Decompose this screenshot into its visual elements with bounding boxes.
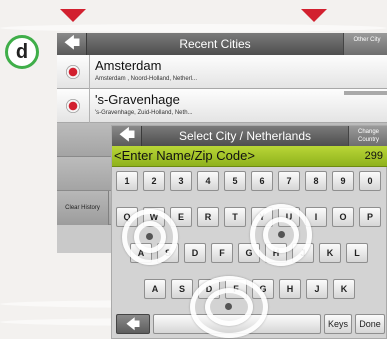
- radio-selected-icon: [66, 65, 80, 79]
- back-button[interactable]: 🡄: [57, 33, 87, 55]
- key-p[interactable]: P: [359, 207, 381, 227]
- done-button[interactable]: Done: [355, 314, 385, 334]
- figure-label: d: [5, 35, 39, 69]
- city-name: 's-Gravenhage: [95, 92, 180, 107]
- background-wave: [0, 24, 387, 32]
- key-2[interactable]: 2: [143, 171, 165, 191]
- key-f[interactable]: F: [211, 243, 233, 263]
- key-4[interactable]: 4: [197, 171, 219, 191]
- key-j[interactable]: J: [306, 279, 328, 299]
- key-l[interactable]: L: [346, 243, 368, 263]
- list-item-gravenhage[interactable]: 's-Gravenhage 's-Gravenhage, Zuid-Hollan…: [57, 89, 387, 123]
- keys-button[interactable]: Keys: [324, 314, 352, 334]
- marker-icon: [60, 9, 86, 22]
- select-city-panel: 🡄 Select City / Netherlands Change Count…: [111, 125, 387, 339]
- backspace-arrow-icon: 🡄: [125, 316, 141, 332]
- row-separator: [89, 89, 90, 123]
- row-separator: [89, 55, 90, 89]
- key-9[interactable]: 9: [332, 171, 354, 191]
- key-s[interactable]: S: [171, 279, 193, 299]
- touch-dot: [146, 233, 153, 240]
- key-o[interactable]: O: [332, 207, 354, 227]
- key-7[interactable]: 7: [278, 171, 300, 191]
- city-name: Amsterdam: [95, 58, 162, 73]
- select-city-title-bar: 🡄 Select City / Netherlands Change Count…: [112, 126, 387, 146]
- key-8[interactable]: 8: [305, 171, 327, 191]
- connector-line: [344, 91, 387, 95]
- city-detail: Amsterdam , Noord-Holland, Netherl...: [95, 76, 198, 82]
- key-k[interactable]: K: [333, 279, 355, 299]
- key-t[interactable]: T: [224, 207, 246, 227]
- city-detail: 's-Gravenhage, Zuid-Holland, Neth...: [95, 110, 193, 116]
- key-d[interactable]: D: [184, 243, 206, 263]
- list-item-amsterdam[interactable]: Amsterdam Amsterdam , Noord-Holland, Net…: [57, 55, 387, 89]
- key-6[interactable]: 6: [251, 171, 273, 191]
- key-k[interactable]: K: [319, 243, 341, 263]
- touch-dot: [225, 303, 232, 310]
- back-button[interactable]: 🡄: [112, 126, 142, 146]
- select-city-title: Select City / Netherlands: [178, 129, 312, 143]
- arrow-left-icon: 🡄: [63, 35, 81, 52]
- marker-icon: [301, 9, 327, 22]
- change-country-button[interactable]: Change Country: [348, 126, 387, 146]
- clear-history-button[interactable]: Clear History: [57, 191, 109, 225]
- search-input[interactable]: <Enter Name/Zip Code> 299: [112, 146, 387, 167]
- recent-cities-title-bar: 🡄 Recent Cities Other City: [57, 33, 387, 55]
- other-city-button[interactable]: Other City: [343, 33, 387, 55]
- search-placeholder: <Enter Name/Zip Code>: [114, 148, 255, 163]
- key-0[interactable]: 0: [359, 171, 381, 191]
- match-count: 299: [364, 150, 383, 162]
- key-1[interactable]: 1: [116, 171, 138, 191]
- key-a[interactable]: A: [144, 279, 166, 299]
- key-r[interactable]: R: [197, 207, 219, 227]
- recent-cities-title: Recent Cities: [179, 37, 251, 51]
- backspace-key[interactable]: 🡄: [116, 314, 150, 334]
- key-5[interactable]: 5: [224, 171, 246, 191]
- arrow-left-icon: 🡄: [118, 127, 136, 144]
- key-h[interactable]: H: [279, 279, 301, 299]
- touch-dot: [278, 231, 285, 238]
- key-3[interactable]: 3: [170, 171, 192, 191]
- radio-selected-icon: [66, 99, 80, 113]
